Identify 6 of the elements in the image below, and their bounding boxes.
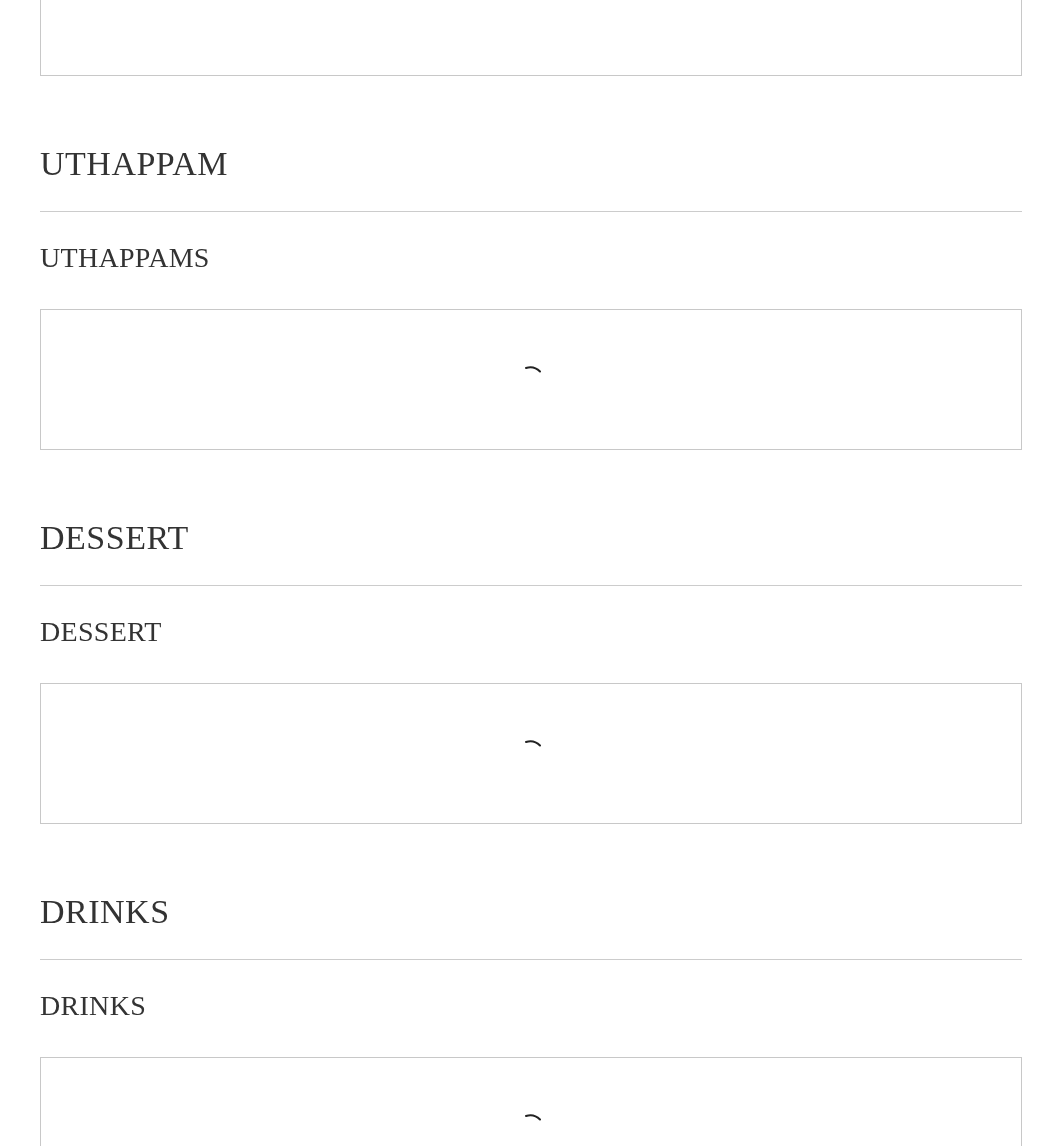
section-title: DRINKS xyxy=(40,892,170,932)
section-title: DESSERT xyxy=(40,518,189,558)
section-title: UTHAPPAM xyxy=(40,144,228,184)
category-title: UTHAPPAMS xyxy=(40,241,210,275)
category-title: DRINKS xyxy=(40,989,147,1023)
category-title: DESSERT xyxy=(40,615,162,649)
